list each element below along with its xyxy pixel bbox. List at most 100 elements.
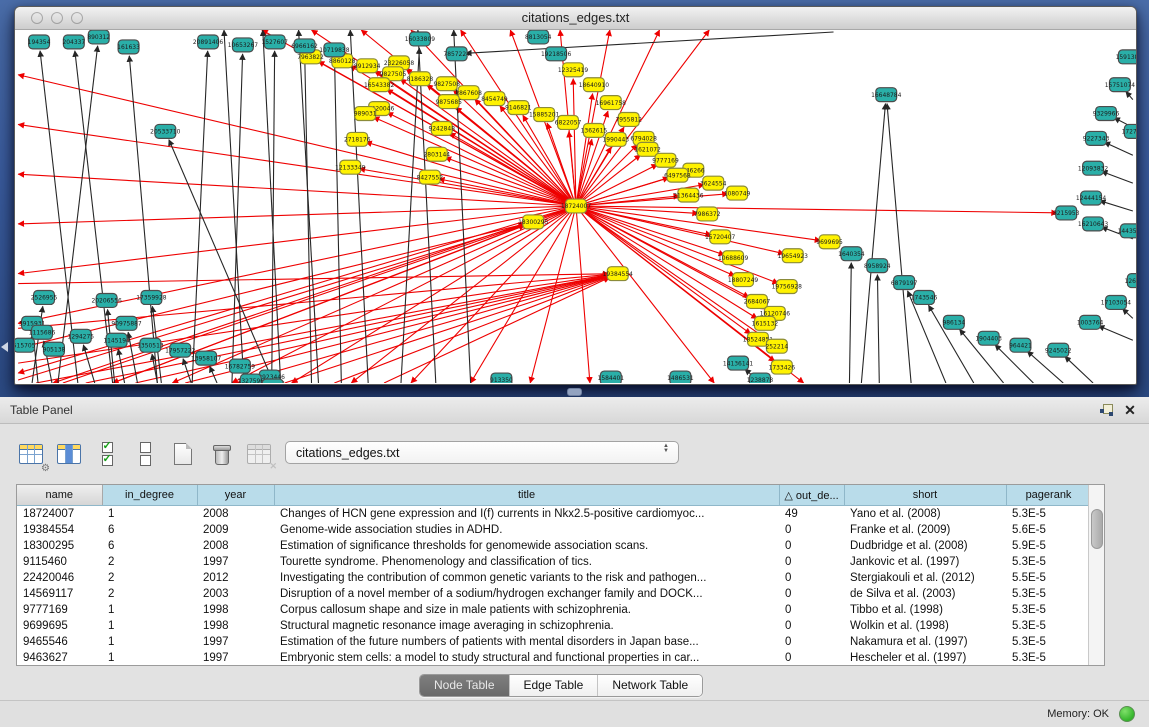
graph-node[interactable]: 1081130 [259, 379, 286, 383]
table-options-icon[interactable]: ⚙ [16, 439, 46, 469]
graph-node[interactable]: 1727345 [1122, 124, 1136, 138]
column-header-year[interactable]: year [197, 485, 274, 506]
graph-node[interactable]: 1584401 [598, 371, 625, 383]
graph-node[interactable]: 1527607 [261, 35, 288, 49]
table-row[interactable]: 2242004622012Investigating the contribut… [17, 570, 1091, 586]
graph-node[interactable]: 1733426 [769, 360, 796, 374]
graph-node[interactable]: 1362615 [581, 123, 608, 137]
delete-table-icon[interactable] [206, 439, 236, 469]
graph-node[interactable]: 161633 [117, 40, 140, 54]
graph-node[interactable]: 16648784 [871, 88, 902, 102]
graph-node[interactable]: 9227343 [1083, 131, 1110, 145]
graph-node[interactable]: 15751074 [1105, 78, 1136, 92]
graph-node[interactable]: 252214 [765, 339, 788, 353]
column-header-title[interactable]: title [274, 485, 779, 506]
graph-node[interactable]: 9329966 [1093, 107, 1120, 121]
collapse-panel-arrow-icon[interactable] [1, 342, 8, 352]
graph-node[interactable]: 17103054 [1101, 295, 1132, 309]
network-table-select[interactable]: citations_edges.txt ▲▼ [285, 441, 679, 464]
graph-node[interactable]: 1080749 [724, 186, 751, 200]
graph-node[interactable]: 1640354 [838, 247, 865, 261]
graph-node[interactable]: 9146821 [505, 101, 532, 115]
graph-node[interactable]: 1263146 [1125, 274, 1136, 288]
graph-node[interactable]: 989031 [354, 107, 377, 121]
graph-node[interactable]: 9777169 [652, 153, 679, 167]
graph-node[interactable]: 12444154 [1076, 191, 1107, 205]
unselect-all-icon[interactable] [130, 439, 160, 469]
graph-node[interactable]: 9699695 [816, 235, 843, 249]
graph-node[interactable]: 9827508 [433, 77, 460, 91]
graph-node[interactable]: 9875685 [435, 95, 462, 109]
graph-node[interactable]: 18807249 [728, 273, 759, 287]
graph-node[interactable]: 8813054 [525, 30, 552, 44]
graph-node[interactable]: 6879197 [891, 276, 918, 290]
graph-node[interactable]: 1443549 [1118, 224, 1136, 238]
graph-node[interactable]: 16961758 [596, 96, 627, 110]
show-columns-icon[interactable] [54, 439, 84, 469]
table-row[interactable]: 977716911998Corpus callosum shape and si… [17, 602, 1091, 618]
graph-node[interactable]: 8215953 [1053, 206, 1080, 220]
graph-node[interactable]: 7986372 [694, 207, 721, 221]
graph-node[interactable]: 1486531 [667, 371, 694, 383]
graph-node[interactable]: 964421 [1009, 338, 1032, 352]
graph-node[interactable]: 194354 [28, 35, 51, 49]
graph-node[interactable]: 16033809 [405, 32, 436, 46]
graph-node[interactable]: 8958924 [864, 259, 891, 273]
graph-node[interactable]: 19654923 [778, 249, 809, 263]
graph-node[interactable]: 1350513 [137, 338, 164, 352]
split-divider-handle[interactable] [567, 388, 582, 396]
table-vertical-scrollbar[interactable] [1088, 485, 1104, 665]
graph-node[interactable]: 7955812 [615, 113, 642, 127]
graph-node[interactable]: 1238878 [747, 373, 774, 383]
graph-node[interactable]: 8912934 [354, 59, 381, 73]
graph-node[interactable]: 8427552 [417, 170, 444, 184]
float-panel-icon[interactable] [1097, 402, 1115, 418]
tab-edge-table[interactable]: Edge Table [510, 675, 599, 696]
window-titlebar[interactable]: citations_edges.txt [15, 7, 1136, 30]
graph-node[interactable]: 19756928 [772, 280, 803, 294]
tab-node-table[interactable]: Node Table [420, 675, 510, 696]
select-all-icon[interactable] [92, 439, 122, 469]
graph-node[interactable]: 1327596 [238, 374, 265, 383]
graph-node[interactable]: 20206556 [92, 294, 123, 308]
graph-node[interactable]: 8454749 [481, 92, 508, 106]
graph-node[interactable]: 1615132 [752, 316, 779, 330]
graph-node[interactable]: 3624554 [700, 176, 727, 190]
memory-status-indicator[interactable] [1119, 706, 1135, 722]
graph-node[interactable]: 16210643 [1078, 217, 1109, 231]
graph-node[interactable]: 6822057 [555, 116, 582, 130]
table-row[interactable]: 946554611997Estimation of the future num… [17, 634, 1091, 650]
column-header-in_degree[interactable]: in_degree [102, 485, 197, 506]
graph-node[interactable]: 7857224 [443, 47, 470, 61]
new-table-icon[interactable] [168, 439, 198, 469]
graph-node[interactable]: 204337 [62, 35, 85, 49]
graph-node[interactable]: 1990443 [603, 132, 630, 146]
graph-node[interactable]: 986134 [942, 315, 965, 329]
graph-node[interactable]: 12133349 [335, 160, 366, 174]
scrollbar-thumb[interactable] [1091, 509, 1103, 549]
table-row[interactable]: 1872400712008Changes of HCN gene express… [17, 506, 1091, 523]
graph-node[interactable]: 9245022 [1045, 343, 1072, 357]
table-row[interactable]: 969969511998Structural magnetic resonanc… [17, 618, 1091, 634]
graph-node[interactable]: 8186328 [407, 72, 434, 86]
graph-node[interactable]: 18640910 [579, 78, 610, 92]
column-header-pagerank[interactable]: pagerank [1006, 485, 1091, 506]
graph-node[interactable]: 12093832 [1078, 161, 1109, 175]
table-row[interactable]: 1830029562008Estimation of significance … [17, 538, 1091, 554]
graph-node[interactable]: 12325419 [558, 63, 589, 77]
table-row[interactable]: 1456911722003Disruption of a novel membe… [17, 586, 1091, 602]
graph-node[interactable]: 1743546 [911, 291, 938, 305]
graph-node[interactable]: 21364436 [673, 188, 704, 202]
column-header-short[interactable]: short [844, 485, 1006, 506]
graph-node[interactable]: 1145194 [103, 333, 130, 347]
graph-node[interactable]: 1294275 [68, 329, 95, 343]
graph-node[interactable]: 1591380 [1116, 50, 1136, 64]
graph-node[interactable]: 19218506 [541, 47, 572, 61]
column-header-out_de[interactable]: △ out_de... [779, 485, 844, 506]
network-canvas[interactable]: 1872400718300295193845547963822886012889… [15, 30, 1136, 383]
graph-node[interactable]: 515705 [15, 338, 36, 352]
graph-node[interactable]: 10688609 [718, 251, 749, 265]
graph-node[interactable]: 19384554 [603, 267, 634, 281]
network-view-window[interactable]: citations_edges.txt 18724007183002951938… [14, 6, 1137, 385]
graph-node[interactable]: 20891406 [193, 35, 224, 49]
